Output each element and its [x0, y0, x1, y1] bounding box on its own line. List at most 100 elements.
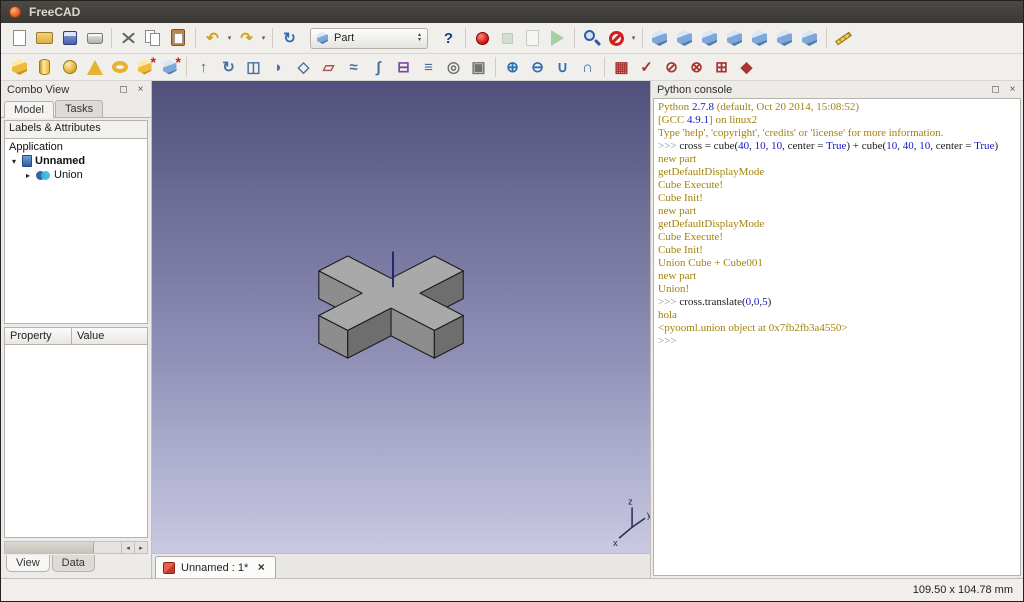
- scrollbar-thumb[interactable]: [5, 542, 94, 553]
- tab-model[interactable]: Model: [4, 101, 54, 118]
- horizontal-scrollbar[interactable]: ◂ ▸: [4, 541, 148, 554]
- thickness-icon[interactable]: ▣: [466, 55, 491, 79]
- offset-icon[interactable]: ◎: [441, 55, 466, 79]
- combo-view-header: Combo View ◻ ×: [1, 81, 151, 98]
- redo-icon[interactable]: ↷: [234, 26, 259, 50]
- shape-builder-icon[interactable]: [157, 55, 182, 79]
- bottom-view-icon[interactable]: [772, 26, 797, 50]
- scrollbar-right-button[interactable]: ▸: [134, 542, 147, 553]
- right-view-icon[interactable]: [722, 26, 747, 50]
- tab-view[interactable]: View: [6, 555, 50, 572]
- copy-icon[interactable]: [141, 26, 166, 50]
- revolve-icon[interactable]: ↻: [216, 55, 241, 79]
- connect-icon[interactable]: ⊞: [709, 55, 734, 79]
- rear-view-icon[interactable]: [747, 26, 772, 50]
- create-primitives-icon[interactable]: [132, 55, 157, 79]
- draw-style-dropdown-arrow[interactable]: ▾: [629, 26, 638, 50]
- statusbar: 109.50 x 104.78 mm: [1, 578, 1023, 601]
- top-view-icon[interactable]: [697, 26, 722, 50]
- toolbar-separator: [111, 28, 112, 48]
- slice-icon[interactable]: ⊘: [659, 55, 684, 79]
- dimension-readout: 109.50 x 104.78 mm: [913, 584, 1013, 596]
- draw-style-icon[interactable]: [604, 26, 629, 50]
- boolean-xor-icon[interactable]: ⊗: [684, 55, 709, 79]
- left-view-icon[interactable]: [797, 26, 822, 50]
- console-line: >>> cross = cube(40, 10, 10, center = Tr…: [658, 140, 1016, 153]
- viewport-canvas[interactable]: z y x: [152, 81, 650, 553]
- cut-boolean-icon[interactable]: ⊖: [525, 55, 550, 79]
- console-line: Union!: [658, 283, 1016, 296]
- tab-data[interactable]: Data: [52, 555, 95, 572]
- python-console-float-button[interactable]: ◻: [989, 83, 1002, 96]
- common-icon[interactable]: ∩: [575, 55, 600, 79]
- torus-icon[interactable]: [107, 55, 132, 79]
- macro-record-icon[interactable]: [470, 26, 495, 50]
- boolean-icon[interactable]: ⊕: [500, 55, 525, 79]
- property-column-value[interactable]: Value: [72, 327, 148, 345]
- check-geometry-icon[interactable]: ✓: [634, 55, 659, 79]
- window-title: FreeCAD: [29, 5, 80, 19]
- extrude-icon[interactable]: ↑: [191, 55, 216, 79]
- section-icon[interactable]: ⊟: [391, 55, 416, 79]
- window-close-button[interactable]: [9, 6, 21, 18]
- tab-tasks[interactable]: Tasks: [55, 100, 103, 117]
- compound-icon[interactable]: ▦: [609, 55, 634, 79]
- model-tree[interactable]: Application ▾Unnamed▸Union: [4, 139, 148, 324]
- python-console-close-button[interactable]: ×: [1006, 83, 1019, 96]
- console-text: (default, Oct 20 2014, 15:08:52): [714, 101, 859, 113]
- workbench-selector[interactable]: Part ▴▾: [310, 28, 428, 49]
- box-icon[interactable]: [7, 55, 32, 79]
- combo-view-float-button[interactable]: ◻: [117, 83, 130, 96]
- labels-attributes-header[interactable]: Labels & Attributes: [4, 120, 148, 139]
- property-column-property[interactable]: Property: [4, 327, 72, 345]
- 3d-viewport[interactable]: z y x: [152, 81, 650, 553]
- sweep-icon[interactable]: ∫: [366, 55, 391, 79]
- combo-view-tabs: ModelTasks: [1, 98, 151, 118]
- ruled-surface-icon[interactable]: ▱: [316, 55, 341, 79]
- loft-icon[interactable]: ≈: [341, 55, 366, 79]
- refresh-icon[interactable]: ↻: [277, 26, 302, 50]
- cross-model[interactable]: [319, 252, 463, 359]
- cross-sections-icon[interactable]: ≡: [416, 55, 441, 79]
- tree-item-union[interactable]: ▸Union: [5, 168, 147, 182]
- undo-dropdown-arrow[interactable]: ▾: [225, 26, 234, 50]
- redo-dropdown-arrow[interactable]: ▾: [259, 26, 268, 50]
- refine-shape-icon[interactable]: ◆: [734, 55, 759, 79]
- print-icon[interactable]: [82, 26, 107, 50]
- console-text: 40: [903, 140, 914, 152]
- cone-icon[interactable]: [82, 55, 107, 79]
- union-icon[interactable]: ∪: [550, 55, 575, 79]
- new-file-icon[interactable]: [7, 26, 32, 50]
- console-text: <pyooml.union object at 0x7fb2fb3a4550>: [658, 322, 848, 334]
- open-file-icon[interactable]: [32, 26, 57, 50]
- front-view-icon[interactable]: [672, 26, 697, 50]
- document-tab[interactable]: Unnamed : 1* ×: [155, 556, 276, 578]
- chamfer-icon[interactable]: ◇: [291, 55, 316, 79]
- python-console-input[interactable]: Python 2.7.8 (default, Oct 20 2014, 15:0…: [653, 98, 1021, 576]
- axonometric-view-icon[interactable]: [647, 26, 672, 50]
- console-line: new part: [658, 270, 1016, 283]
- property-table-header: PropertyValue: [4, 327, 148, 345]
- combo-view-close-button[interactable]: ×: [134, 83, 147, 96]
- whats-this-icon[interactable]: ?: [436, 26, 461, 50]
- undo-icon[interactable]: ↶: [200, 26, 225, 50]
- scrollbar-left-button[interactable]: ◂: [121, 542, 134, 553]
- toolbar-separator: [186, 57, 187, 77]
- property-table-body[interactable]: [4, 345, 148, 538]
- cut-icon[interactable]: [116, 26, 141, 50]
- measure-distance-icon[interactable]: [831, 26, 856, 50]
- document-tabstrip: Unnamed : 1* ×: [152, 553, 650, 578]
- tree-item-unnamed[interactable]: ▾Unnamed: [5, 154, 147, 168]
- tree-expander-icon[interactable]: ▸: [23, 171, 33, 180]
- fit-all-icon[interactable]: [579, 26, 604, 50]
- save-icon[interactable]: [57, 26, 82, 50]
- freecad-document-icon: [163, 562, 175, 574]
- macro-stop-icon: [495, 26, 520, 50]
- tree-expander-icon[interactable]: ▾: [9, 157, 19, 166]
- mirror-icon[interactable]: ◫: [241, 55, 266, 79]
- document-tab-close-button[interactable]: ×: [254, 561, 268, 575]
- cylinder-icon[interactable]: [32, 55, 57, 79]
- paste-icon[interactable]: [166, 26, 191, 50]
- fillet-icon[interactable]: ◗: [266, 55, 291, 79]
- sphere-icon[interactable]: [57, 55, 82, 79]
